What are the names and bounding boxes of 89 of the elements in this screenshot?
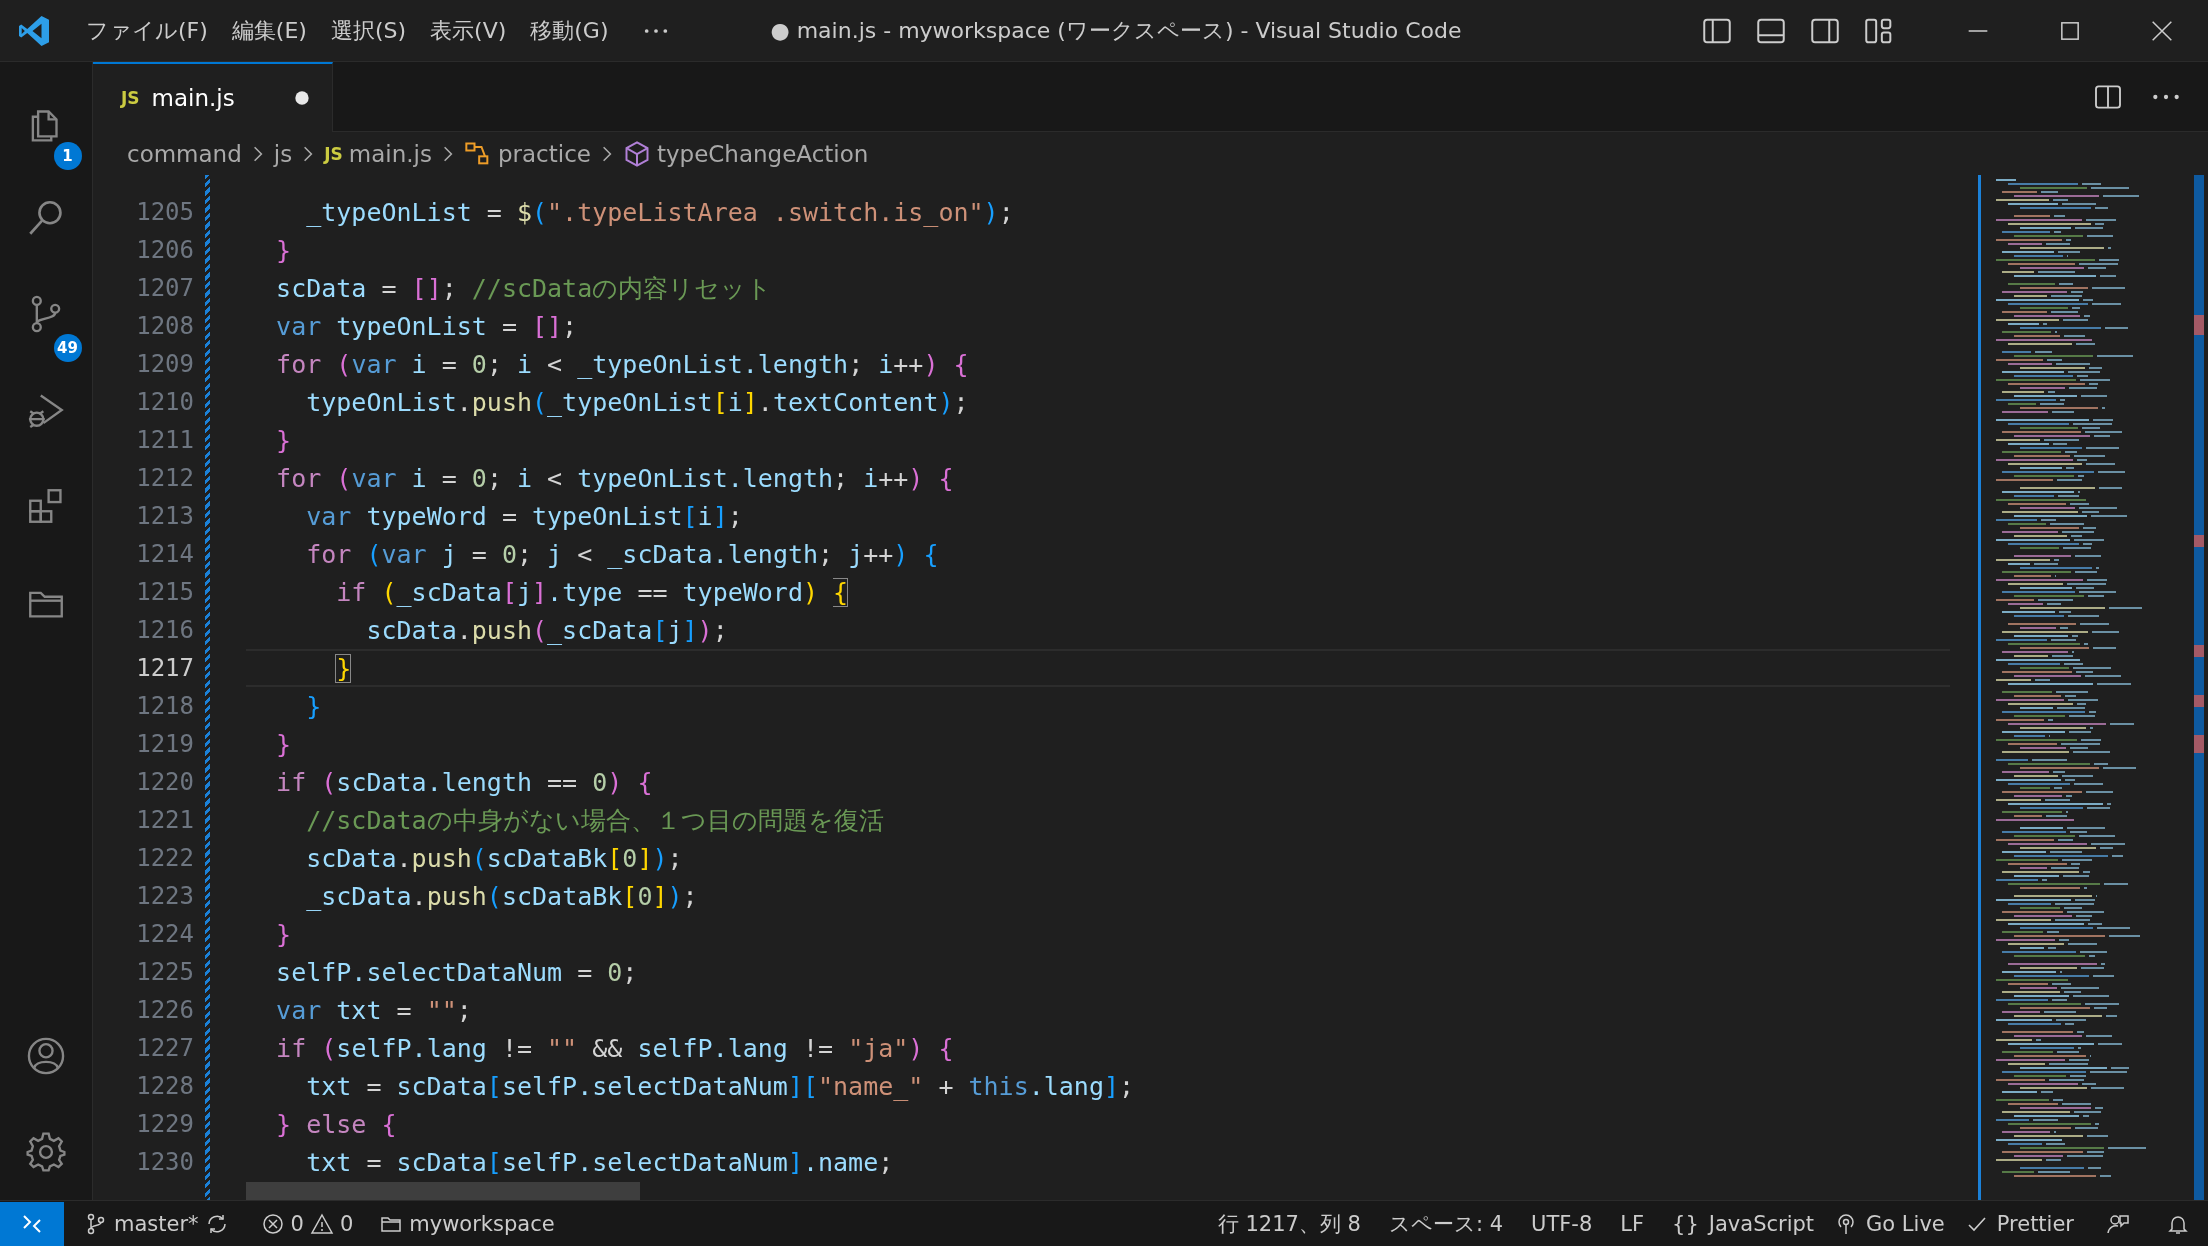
line-number: 1219 <box>135 729 194 760</box>
status-item[interactable]: LF <box>1620 1211 1645 1236</box>
braces-icon[interactable]: {} <box>1672 1211 1699 1236</box>
menu-item[interactable]: 移動(G) <box>518 15 621 46</box>
status-item[interactable]: スペース: 4 <box>1388 1209 1504 1238</box>
code-line: } <box>275 729 292 759</box>
line-number: 1230 <box>135 1147 194 1178</box>
code-line: selfP.selectDataNum = 0; <box>275 957 638 987</box>
code-line: _typeOnList = $(".typeListArea .switch.is_on"); <box>305 197 1014 227</box>
code-line: } else { <box>275 1109 397 1139</box>
line-number: 1212 <box>135 463 194 494</box>
code-line: txt = scData[selfP.selectDataNum].name; <box>305 1147 894 1177</box>
breadcrumb-item[interactable]: command <box>127 140 242 167</box>
code-line: for (var i = 0; i < typeOnList.length; i++) { <box>275 463 954 493</box>
code-line: if (selfP.lang != "" && selfP.lang != "ja") { <box>275 1033 954 1063</box>
code-line: var typeWord = typeOnList[i]; <box>305 501 743 531</box>
code-line: for (var i = 0; i < _typeOnList.length; i++) { <box>275 349 969 379</box>
breadcrumb-item[interactable]: practice <box>497 140 591 167</box>
menu-item[interactable]: 編集(E) <box>219 15 319 46</box>
code-line: } <box>305 691 322 721</box>
line-number: 1226 <box>135 995 194 1026</box>
line-number: 1229 <box>135 1109 194 1140</box>
line-number: 1224 <box>135 919 194 950</box>
code-line: typeOnList.push(_typeOnList[i].textContent); <box>305 387 969 417</box>
line-number: 1207 <box>135 273 194 304</box>
prettier-status[interactable]: Prettier <box>1996 1211 2074 1236</box>
code-line: if (_scData[j].type == typeWord) { <box>335 577 849 607</box>
count-badge: 1 <box>53 142 82 170</box>
chevron-icon <box>441 144 454 163</box>
go-live-button[interactable]: Go Live <box>1866 1211 1945 1236</box>
menu-item[interactable]: ファイル(F) <box>74 15 220 46</box>
chevron-icon <box>302 144 315 163</box>
language-mode[interactable]: JavaScript <box>1708 1211 1815 1236</box>
line-number: 1216 <box>135 615 194 646</box>
code-line: if (scData.length == 0) { <box>275 767 653 797</box>
code-line: //scDataの中身がない場合、１つ目の問題を復活 <box>305 804 884 837</box>
code-line: scData.push(_scData[j]); <box>365 615 728 645</box>
line-number: 1211 <box>135 425 194 456</box>
chevron-icon <box>600 144 613 163</box>
branch-name[interactable]: master* <box>114 1211 199 1236</box>
code-line: } <box>275 235 292 265</box>
js-file-icon: JS <box>324 143 343 164</box>
error-count[interactable]: 0 <box>290 1211 304 1236</box>
line-number: 1206 <box>135 235 194 266</box>
breadcrumb-item[interactable]: main.js <box>348 140 432 167</box>
error-icon[interactable] <box>260 1211 285 1236</box>
line-number: 1227 <box>135 1033 194 1064</box>
line-number: 1218 <box>135 691 194 722</box>
code-line: } <box>275 919 292 949</box>
line-number: 1223 <box>135 881 194 912</box>
code-line: txt = scData[selfP.selectDataNum]["name_" + this.lang]; <box>305 1071 1135 1101</box>
settings-icon[interactable] <box>25 1131 67 1173</box>
account-icon[interactable] <box>25 1035 67 1077</box>
status-item[interactable]: 行 1217、列 8 <box>1217 1209 1361 1238</box>
code-line: var txt = ""; <box>275 995 472 1025</box>
menu-item[interactable]: 表示(V) <box>418 15 519 46</box>
line-number: 1210 <box>135 387 194 418</box>
workspace-name[interactable]: myworkspace <box>409 1211 555 1236</box>
line-number: 1222 <box>135 843 194 874</box>
warning-count[interactable]: 0 <box>339 1211 354 1236</box>
line-number: 1213 <box>135 501 194 532</box>
modified-dot-icon[interactable] <box>294 89 310 106</box>
breadcrumb-item[interactable]: js <box>273 140 293 167</box>
code-line: scData.push(scDataBk[0]); <box>305 843 683 873</box>
code-line: } <box>275 425 292 455</box>
line-number: 1228 <box>135 1071 194 1102</box>
window-title: ● main.js - myworkspace (ワークスペース) - Visual Studio Code <box>770 16 1462 45</box>
line-number: 1225 <box>135 957 194 988</box>
line-number: 1220 <box>135 767 194 798</box>
breadcrumb-item[interactable]: typeChangeAction <box>656 140 869 167</box>
warning-icon[interactable] <box>309 1211 334 1236</box>
count-badge: 49 <box>53 334 82 362</box>
line-number: 1205 <box>135 197 194 228</box>
menu-item[interactable]: 選択(S) <box>318 15 419 46</box>
status-item[interactable]: UTF-8 <box>1531 1211 1593 1236</box>
line-number: 1209 <box>135 349 194 380</box>
line-number: 1215 <box>135 577 194 608</box>
line-number: 1217 <box>135 653 194 684</box>
code-line: scData = []; //scDataの内容リセット <box>275 272 773 305</box>
chevron-icon <box>251 144 264 163</box>
remote-button[interactable] <box>0 1201 64 1246</box>
line-number: 1221 <box>135 805 194 836</box>
line-number: 1214 <box>135 539 194 570</box>
editor-tab[interactable]: JS main.js <box>93 61 333 132</box>
code-line: var typeOnList = []; <box>275 311 578 341</box>
scrollbar-thumb[interactable] <box>246 1182 640 1200</box>
code-line: for (var j = 0; j < _scData.length; j++) { <box>305 539 939 569</box>
line-number: 1208 <box>135 311 194 342</box>
code-line: _scData.push(scDataBk[0]); <box>305 881 698 911</box>
